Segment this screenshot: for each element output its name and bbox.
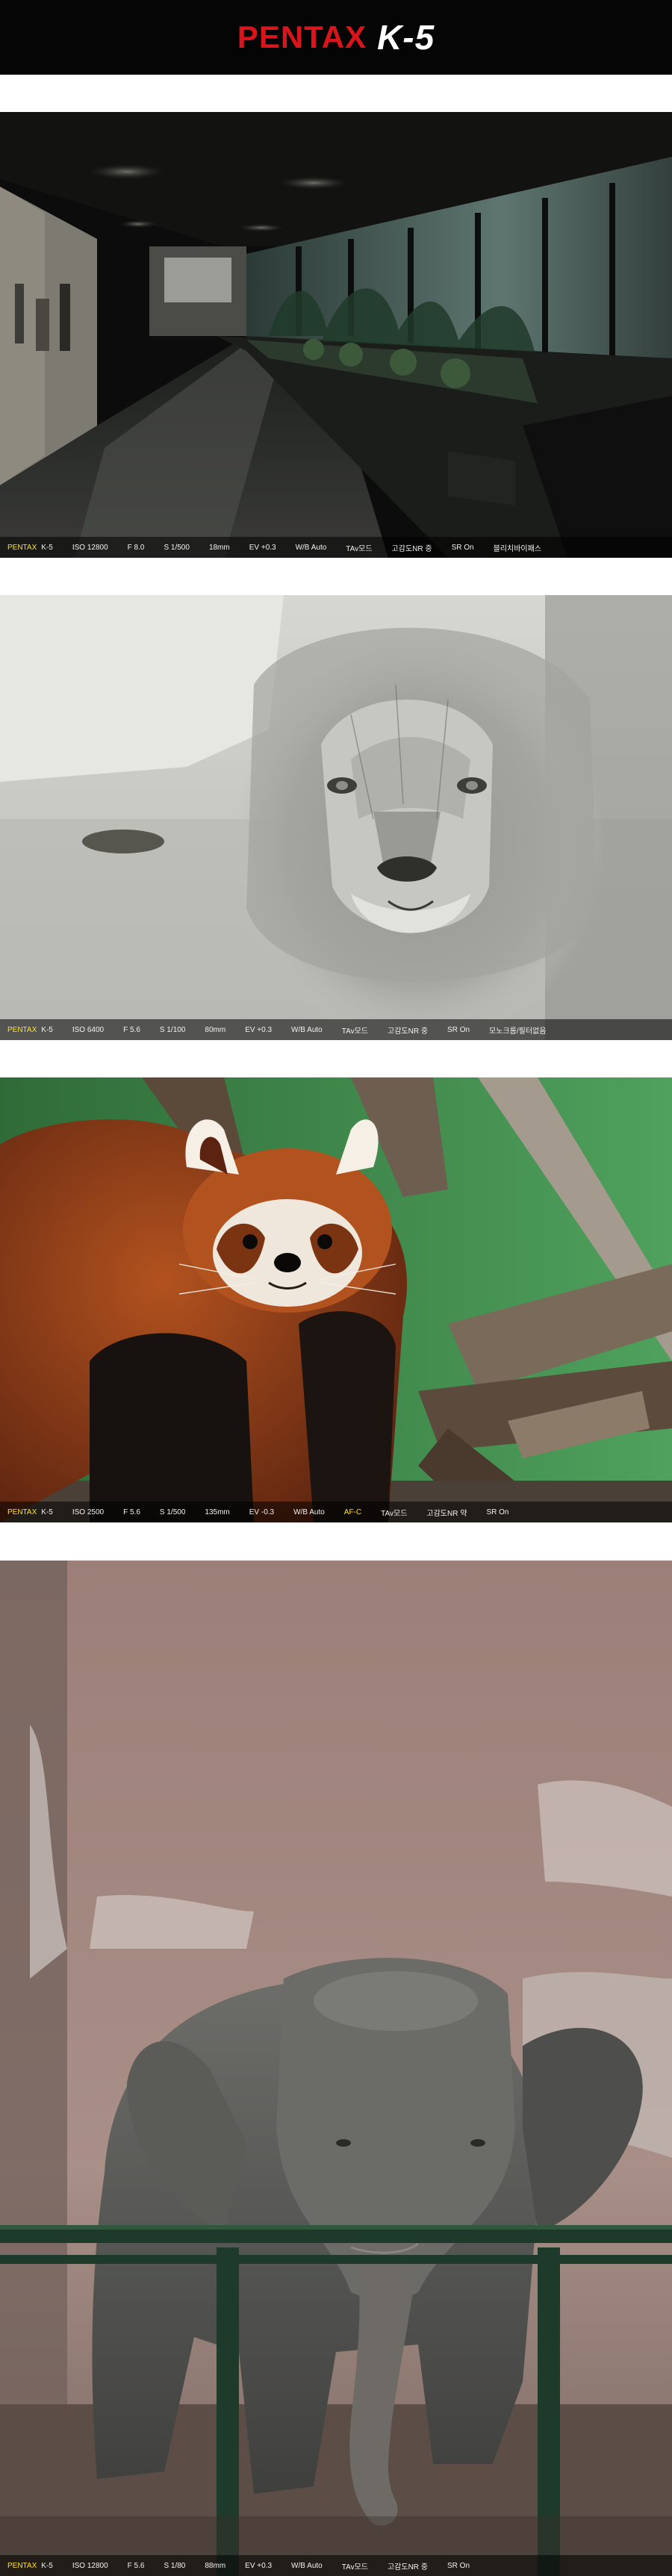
exif-iso: ISO 12800 — [72, 2561, 108, 2570]
exif-ev: EV -0.3 — [249, 1508, 275, 1516]
exif-sr: SR On — [447, 2561, 470, 2570]
photo-red-panda: PENTAX K-5 ISO 2500 F 5.6 S 1/500 135mm … — [0, 1077, 672, 1522]
brand-model-text: K-5 — [377, 18, 435, 57]
photo-elephant: PENTAX K-5 ISO 12800 F 5.6 S 1/80 88mm E… — [0, 1561, 672, 2576]
exif-bar: PENTAX K-5 ISO 12800 F 8.0 S 1/500 18mm … — [0, 537, 672, 558]
exif-sr: SR On — [447, 1025, 470, 1034]
exif-af: AF-C — [343, 1508, 362, 1516]
exif-aperture: F 5.6 — [123, 1025, 140, 1034]
exif-wb: W/B Auto — [291, 1025, 323, 1034]
exif-shutter: S 1/500 — [159, 1508, 186, 1516]
exif-brand: PENTAX — [7, 543, 37, 552]
exif-focal: 80mm — [205, 1025, 226, 1034]
exif-focal: 18mm — [208, 543, 230, 552]
exif-bar: PENTAX K-5 ISO 12800 F 5.6 S 1/80 88mm E… — [0, 2555, 672, 2576]
exif-bar: PENTAX K-5 ISO 6400 F 5.6 S 1/100 80mm E… — [0, 1019, 672, 1040]
red-panda-image — [0, 1077, 672, 1522]
elephant-image — [0, 1561, 672, 2576]
exif-nr: 고감도NR 중 — [388, 1027, 429, 1036]
exif-effect: 블리치바이패스 — [493, 544, 541, 553]
lion-image — [0, 595, 672, 1040]
exif-wb: W/B Auto — [293, 1508, 325, 1516]
exif-nr: 고감도NR 약 — [426, 1509, 467, 1518]
exif-shutter: S 1/100 — [159, 1025, 186, 1034]
exif-shutter: S 1/80 — [164, 2561, 186, 2570]
exif-iso: ISO 2500 — [72, 1508, 105, 1516]
exif-nr: 고감도NR 중 — [387, 2563, 429, 2572]
exif-aperture: F 5.6 — [127, 2561, 145, 2570]
exif-nr: 고감도NR 중 — [391, 544, 432, 553]
exif-sr: SR On — [451, 543, 474, 552]
exif-model: K-5 — [41, 543, 53, 552]
brand-pentax-text: PENTAX — [237, 19, 367, 55]
exif-wb: W/B Auto — [295, 543, 327, 552]
exif-shutter: S 1/500 — [164, 543, 190, 552]
exif-iso: ISO 12800 — [72, 543, 108, 552]
exif-ev: EV +0.3 — [245, 1025, 273, 1034]
exif-mode: TAv모드 — [346, 544, 373, 553]
exif-sr: SR On — [486, 1508, 509, 1516]
photo-corridor: PENTAX K-5 ISO 12800 F 8.0 S 1/500 18mm … — [0, 112, 672, 558]
exif-iso: ISO 6400 — [72, 1025, 105, 1034]
header-bar: PENTAX K-5 — [0, 0, 672, 75]
exif-brand: PENTAX — [7, 1508, 37, 1516]
exif-wb: W/B Auto — [291, 2561, 323, 2570]
corridor-image — [0, 112, 672, 558]
exif-brand: PENTAX — [7, 1025, 37, 1034]
exif-ev: EV +0.3 — [249, 543, 276, 552]
exif-focal: 135mm — [205, 1508, 230, 1516]
exif-model: K-5 — [41, 2561, 53, 2570]
exif-mode: TAv모드 — [341, 1027, 368, 1036]
brand-logo: PENTAX K-5 — [0, 0, 672, 75]
exif-bar: PENTAX K-5 ISO 2500 F 5.6 S 1/500 135mm … — [0, 1502, 672, 1522]
exif-aperture: F 8.0 — [127, 543, 145, 552]
exif-model: K-5 — [41, 1025, 53, 1034]
exif-model: K-5 — [41, 1508, 53, 1516]
exif-aperture: F 5.6 — [123, 1508, 140, 1516]
exif-mode: TAv모드 — [381, 1509, 408, 1518]
exif-mode: TAv모드 — [341, 2563, 368, 2572]
exif-ev: EV +0.3 — [245, 2561, 273, 2570]
photo-lion: PENTAX K-5 ISO 6400 F 5.6 S 1/100 80mm E… — [0, 595, 672, 1040]
exif-brand: PENTAX — [7, 2561, 37, 2570]
exif-focal: 88mm — [205, 2561, 226, 2570]
exif-effect: 모노크롬/필터없음 — [489, 1027, 547, 1036]
